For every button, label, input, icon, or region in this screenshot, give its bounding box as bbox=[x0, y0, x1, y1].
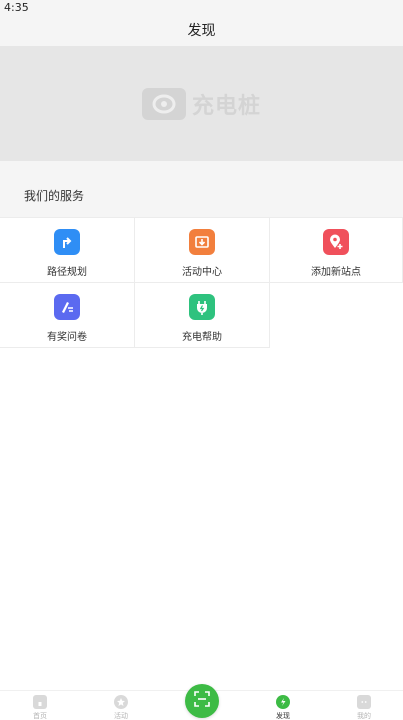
banner-logo: 充电桩 bbox=[141, 87, 261, 120]
page-header: 发现 bbox=[0, 16, 403, 46]
grid-empty-cell bbox=[270, 283, 403, 348]
promo-banner[interactable]: 充电桩 bbox=[0, 46, 403, 161]
status-time: 4:35 bbox=[4, 1, 29, 14]
charging-plug-icon bbox=[189, 294, 215, 320]
charging-pin-logo-icon bbox=[141, 87, 186, 120]
tab-label: 我的 bbox=[357, 712, 371, 720]
service-label: 路径规划 bbox=[47, 267, 87, 278]
services-section-header: 我们的服务 bbox=[0, 161, 403, 217]
service-survey[interactable]: 有奖问卷 bbox=[0, 283, 135, 348]
tab-discover[interactable]: 发现 bbox=[263, 695, 303, 720]
service-charging-help[interactable]: 充电帮助 bbox=[135, 283, 270, 348]
section-title: 我们的服务 bbox=[24, 189, 85, 203]
activity-box-icon bbox=[189, 229, 215, 255]
tab-activity[interactable]: 活动 bbox=[101, 695, 141, 720]
add-location-icon bbox=[323, 229, 349, 255]
service-add-station[interactable]: 添加新站点 bbox=[270, 218, 403, 283]
service-label: 添加新站点 bbox=[311, 267, 361, 278]
scan-button[interactable] bbox=[185, 684, 219, 718]
tab-mine[interactable]: 我的 bbox=[344, 695, 384, 720]
route-icon bbox=[54, 229, 80, 255]
discover-icon bbox=[276, 695, 290, 709]
status-bar: 4:35 bbox=[0, 0, 403, 16]
tab-label: 首页 bbox=[33, 712, 47, 720]
tab-label: 发现 bbox=[276, 712, 290, 720]
services-grid: 路径规划 活动中心 添加新站点 有奖问卷 充电帮助 bbox=[0, 217, 403, 348]
scan-icon bbox=[193, 690, 211, 712]
service-label: 活动中心 bbox=[182, 267, 222, 278]
service-activity-center[interactable]: 活动中心 bbox=[135, 218, 270, 283]
star-icon bbox=[114, 695, 128, 709]
page-title: 发现 bbox=[187, 23, 216, 39]
survey-icon bbox=[54, 294, 80, 320]
service-route-planning[interactable]: 路径规划 bbox=[0, 218, 135, 283]
tab-home[interactable]: 首页 bbox=[20, 695, 60, 720]
profile-icon bbox=[357, 695, 371, 709]
banner-logo-text: 充电桩 bbox=[191, 93, 261, 119]
tab-label: 活动 bbox=[114, 712, 128, 720]
home-icon bbox=[33, 695, 47, 709]
service-label: 充电帮助 bbox=[182, 332, 222, 343]
service-label: 有奖问卷 bbox=[47, 332, 87, 343]
